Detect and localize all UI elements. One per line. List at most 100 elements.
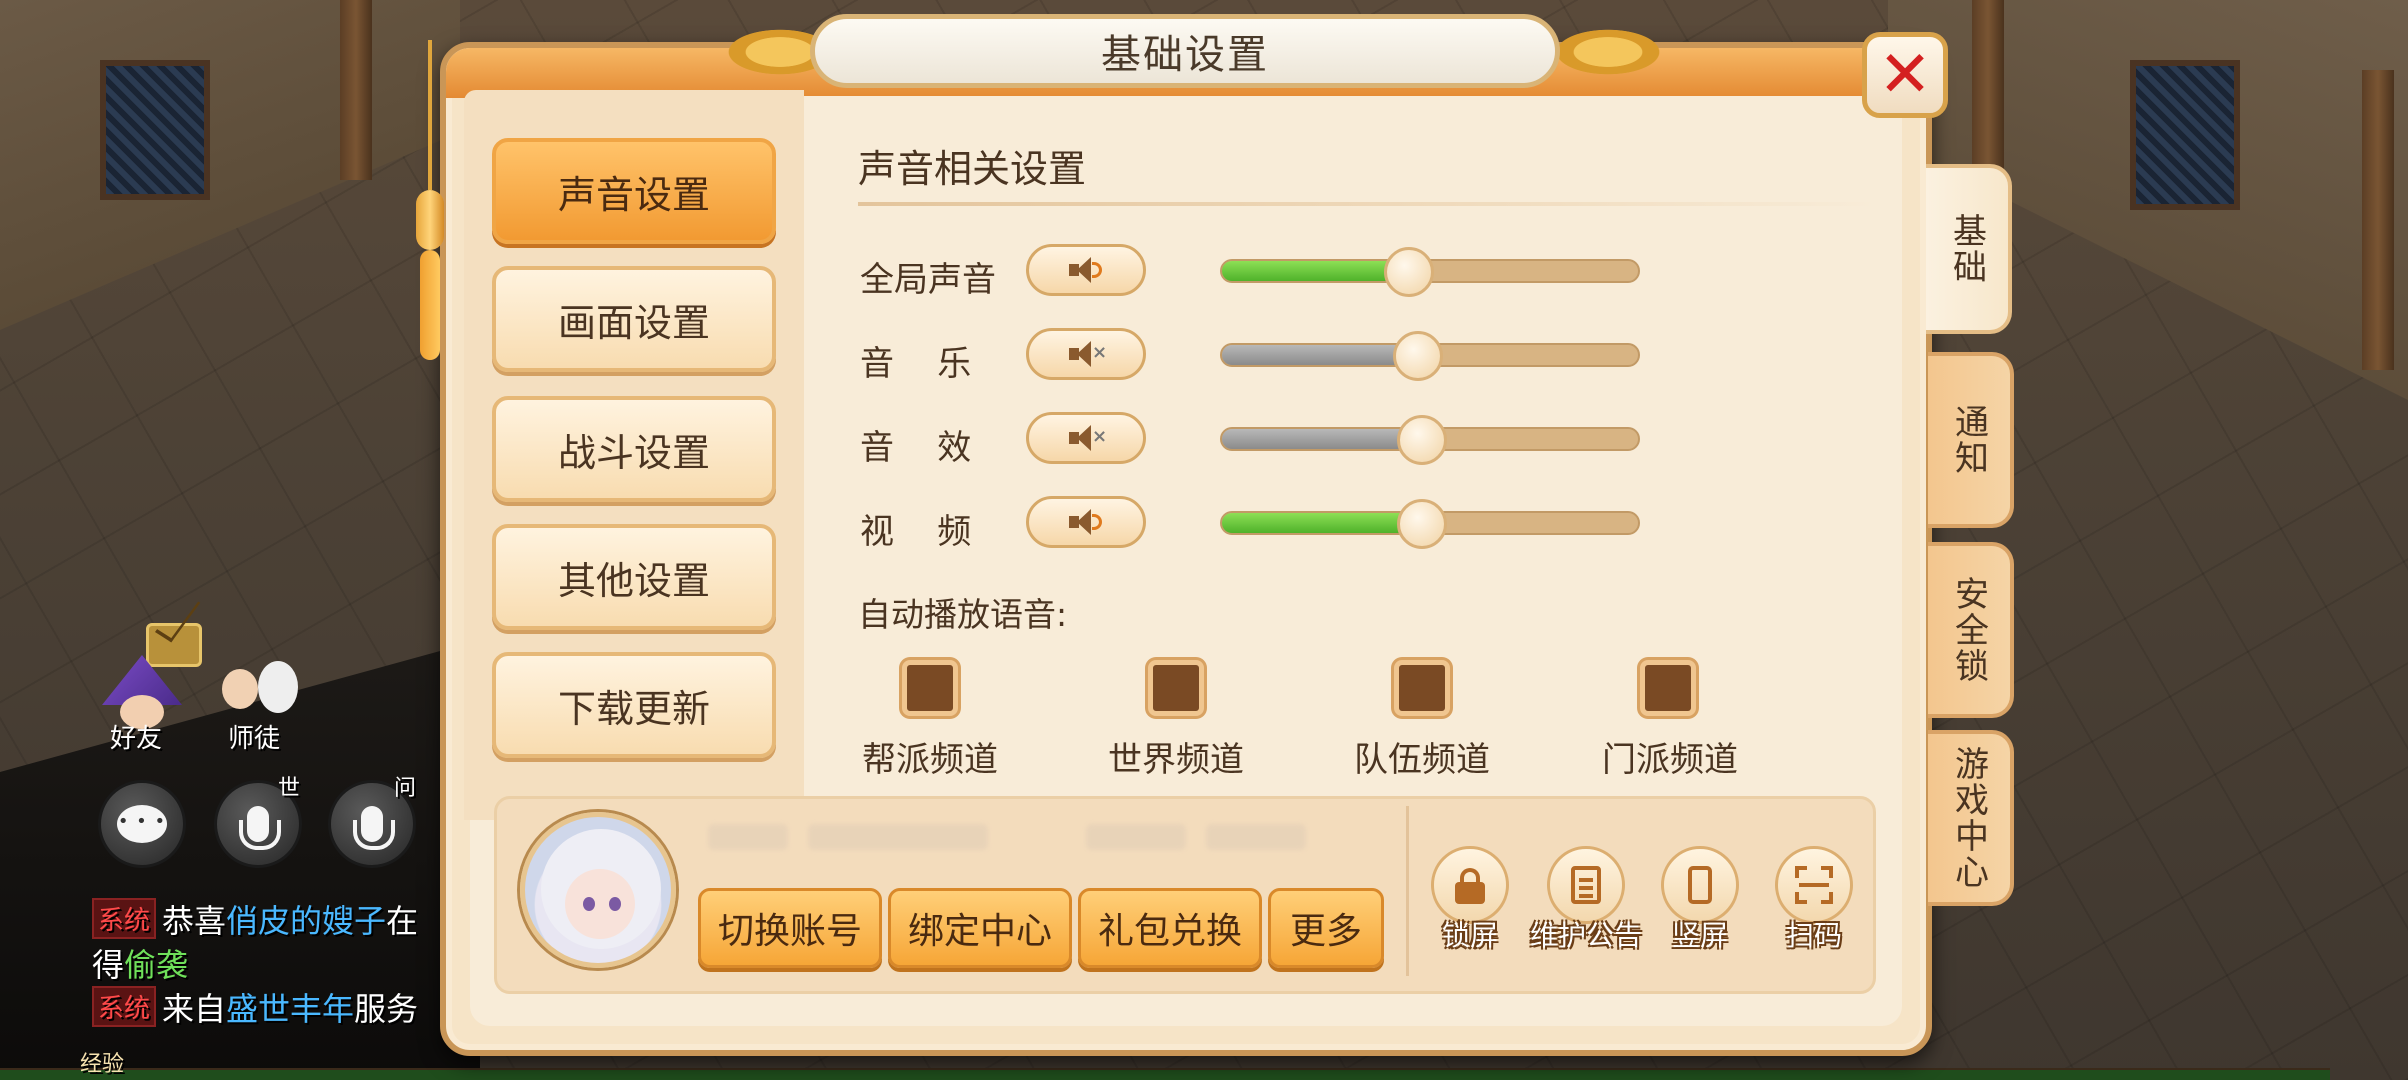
scan-code-label: 扫码 bbox=[1785, 919, 1842, 952]
slider-fill bbox=[1222, 513, 1422, 533]
account-bar-divider bbox=[1406, 806, 1409, 976]
sound-effects-slider[interactable] bbox=[1220, 415, 1640, 465]
section-divider bbox=[858, 202, 1878, 206]
global-sound-toggle[interactable] bbox=[1026, 244, 1146, 296]
slider-fill bbox=[1222, 429, 1422, 449]
redacted-account-info bbox=[1206, 824, 1306, 850]
sect-channel-checkbox[interactable] bbox=[1640, 660, 1696, 716]
video-sound-toggle[interactable] bbox=[1026, 496, 1146, 548]
redacted-account-info bbox=[708, 824, 788, 850]
portrait-mode-label: 竖屏 bbox=[1671, 919, 1728, 952]
redacted-account-info bbox=[1086, 824, 1186, 850]
slider-fill bbox=[1222, 261, 1410, 281]
music-slider[interactable] bbox=[1220, 331, 1640, 381]
scene-wall-left bbox=[0, 0, 460, 330]
tab-notifications-label: 通知 bbox=[1948, 404, 1989, 476]
portrait-icon bbox=[1688, 866, 1712, 904]
close-icon: ✕ bbox=[1878, 38, 1932, 112]
speaker-muted-icon: × bbox=[1069, 424, 1107, 452]
scene-pillar bbox=[340, 0, 372, 180]
sound-effects-label: 音 效 bbox=[860, 428, 972, 468]
category-download-update[interactable]: 下载更新 bbox=[492, 652, 776, 758]
section-title: 声音相关设置 bbox=[858, 147, 1087, 191]
tab-notifications[interactable]: 通知 bbox=[1928, 352, 2014, 528]
guild-channel-label: 帮派频道 bbox=[862, 740, 998, 780]
world-channel-label: 世界频道 bbox=[1108, 740, 1244, 780]
speaker-on-icon bbox=[1069, 508, 1103, 536]
skill-name-link[interactable]: 偷袭 bbox=[124, 946, 188, 984]
more-button[interactable]: 更多 bbox=[1268, 888, 1384, 968]
tab-game-center[interactable]: 游戏中心 bbox=[1928, 730, 2014, 906]
slider-handle[interactable] bbox=[1396, 415, 1447, 465]
mentor-face-icon bbox=[258, 661, 298, 713]
world-channel-tag: 世 bbox=[278, 776, 301, 801]
ornament-right-icon bbox=[1548, 26, 1668, 78]
world-channel-checkbox[interactable] bbox=[1148, 660, 1204, 716]
experience-label: 经验 bbox=[80, 1052, 125, 1077]
tab-basic[interactable]: 基础 bbox=[1926, 164, 2012, 334]
tab-basic-label: 基础 bbox=[1946, 213, 1987, 285]
guild-channel-checkbox[interactable] bbox=[902, 660, 958, 716]
ask-channel-tag: 问 bbox=[394, 776, 417, 801]
microphone-icon bbox=[353, 806, 395, 850]
player-name-link[interactable]: 俏皮的嫂子 bbox=[226, 902, 386, 940]
server-name-link[interactable]: 盛世丰年 bbox=[226, 990, 354, 1028]
chat-message[interactable]: 得偷袭 bbox=[92, 940, 188, 986]
maintenance-notice-label: 维护公告 bbox=[1530, 919, 1643, 952]
chat-text: 在 bbox=[386, 902, 419, 940]
scan-code-button[interactable]: 扫码 bbox=[1764, 846, 1864, 954]
tassel-ornament-icon bbox=[410, 40, 450, 360]
experience-bar bbox=[0, 1068, 2330, 1080]
slider-handle[interactable] bbox=[1396, 499, 1447, 549]
tab-security-lock-label: 安全锁 bbox=[1948, 576, 1989, 684]
scene-lattice-window bbox=[100, 60, 210, 200]
tab-security-lock[interactable]: 安全锁 bbox=[1928, 542, 2014, 718]
slider-handle[interactable] bbox=[1392, 331, 1443, 381]
player-avatar[interactable] bbox=[520, 812, 676, 968]
system-tag: 系统 bbox=[92, 898, 157, 939]
slider-fill bbox=[1222, 345, 1418, 365]
scene-pillar bbox=[1972, 0, 2004, 170]
category-other-settings[interactable]: 其他设置 bbox=[492, 524, 776, 630]
gift-redeem-button[interactable]: 礼包兑换 bbox=[1078, 888, 1262, 968]
maintenance-notice-button[interactable]: 维护公告 bbox=[1530, 846, 1642, 954]
system-tag: 系统 bbox=[92, 986, 157, 1027]
music-toggle[interactable]: × bbox=[1026, 328, 1146, 380]
music-label: 音 乐 bbox=[860, 344, 972, 384]
sect-channel-label: 门派频道 bbox=[1602, 740, 1738, 780]
chat-message[interactable]: 系统 来自盛世丰年服务 bbox=[92, 984, 418, 1030]
dialog-title-plaque: 基础设置 bbox=[810, 14, 1560, 88]
chat-message[interactable]: 系统 恭喜俏皮的嫂子在 bbox=[92, 896, 418, 942]
auto-play-voice-label: 自动播放语音: bbox=[858, 595, 1068, 634]
chat-text: 来自 bbox=[162, 990, 227, 1028]
chat-button[interactable] bbox=[98, 780, 186, 868]
category-sound-settings[interactable]: 声音设置 bbox=[492, 138, 776, 244]
friends-label: 好友 bbox=[110, 724, 163, 754]
team-channel-label: 队伍频道 bbox=[1354, 740, 1490, 780]
scan-icon bbox=[1795, 866, 1833, 904]
speaker-on-icon bbox=[1069, 256, 1103, 284]
notice-icon bbox=[1571, 866, 1601, 904]
speaker-muted-icon: × bbox=[1069, 340, 1107, 368]
apprentice-face-icon bbox=[222, 669, 258, 709]
close-button[interactable]: ✕ bbox=[1862, 32, 1948, 118]
category-display-settings[interactable]: 画面设置 bbox=[492, 266, 776, 372]
redacted-account-info bbox=[808, 824, 988, 850]
portrait-mode-button[interactable]: 竖屏 bbox=[1650, 846, 1750, 954]
slider-handle[interactable] bbox=[1384, 247, 1435, 297]
video-sound-slider[interactable] bbox=[1220, 499, 1640, 549]
sound-effects-toggle[interactable]: × bbox=[1026, 412, 1146, 464]
dialog-title: 基础设置 bbox=[1101, 32, 1269, 78]
global-sound-slider[interactable] bbox=[1220, 247, 1640, 297]
scene-lattice-window bbox=[2130, 60, 2240, 210]
switch-account-button[interactable]: 切换账号 bbox=[698, 888, 882, 968]
lock-screen-button[interactable]: 锁屏 bbox=[1420, 846, 1520, 954]
team-channel-checkbox[interactable] bbox=[1394, 660, 1450, 716]
chat-text: 恭喜 bbox=[162, 902, 227, 940]
chat-text: 服务 bbox=[354, 990, 419, 1028]
binding-center-button[interactable]: 绑定中心 bbox=[888, 888, 1072, 968]
chat-bubble-icon bbox=[117, 805, 167, 843]
lock-icon bbox=[1455, 868, 1485, 904]
tab-game-center-label: 游戏中心 bbox=[1948, 746, 1989, 890]
category-battle-settings[interactable]: 战斗设置 bbox=[492, 396, 776, 502]
